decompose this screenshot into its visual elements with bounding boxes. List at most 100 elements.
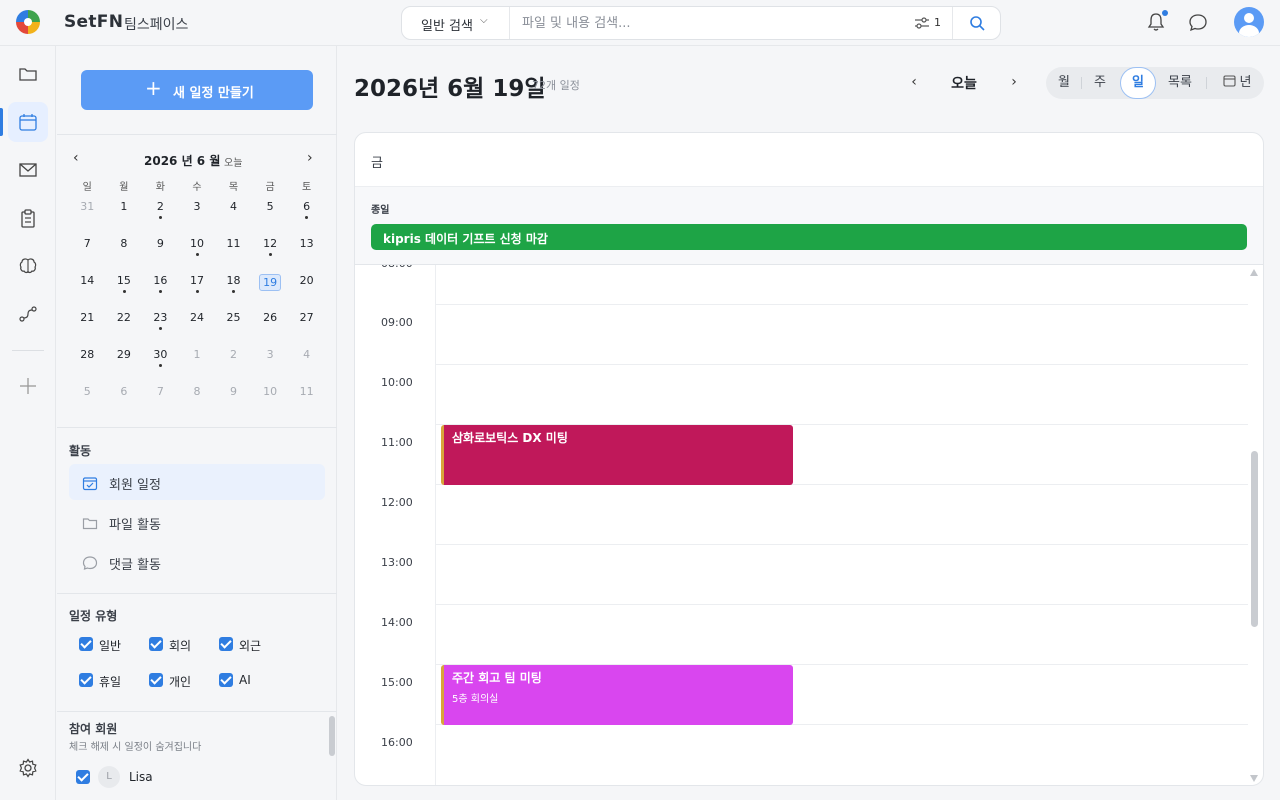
rail-settings[interactable]	[8, 748, 48, 788]
chevron-left-icon[interactable]: ‹	[904, 74, 924, 90]
mini-calendar-day[interactable]: 1	[179, 348, 216, 385]
calendar-icon	[19, 114, 37, 131]
type-checkbox-general[interactable]	[79, 637, 93, 651]
chevron-left-icon[interactable]: ‹	[73, 150, 87, 166]
rail-mail[interactable]	[8, 150, 48, 190]
day-number: 2	[156, 200, 164, 213]
event-block[interactable]: 주간 회고 팀 미팅 5층 회의실	[441, 665, 793, 725]
mini-calendar-day[interactable]: 24	[179, 311, 216, 348]
type-checkbox-meeting[interactable]	[149, 637, 163, 651]
rail-calendar[interactable]	[8, 102, 48, 142]
mini-calendar-day[interactable]: 31	[69, 200, 106, 237]
day-number: 28	[80, 348, 95, 361]
time-grid-scrollbar[interactable]	[1251, 451, 1258, 627]
mini-calendar-day[interactable]: 16	[142, 274, 179, 311]
rail-ai[interactable]	[8, 246, 48, 286]
mini-today-link[interactable]: 오늘	[224, 154, 242, 169]
activity-comment[interactable]: 댓글 활동	[69, 544, 325, 580]
user-avatar[interactable]	[1234, 7, 1264, 37]
chat-bubble-icon[interactable]	[1188, 12, 1208, 32]
mini-calendar-day[interactable]: 30	[142, 348, 179, 385]
search-input[interactable]	[522, 12, 902, 34]
mini-calendar-day[interactable]: 1	[106, 200, 143, 237]
mini-calendar-day[interactable]: 11	[215, 237, 252, 274]
mini-calendar-day[interactable]: 12	[252, 237, 289, 274]
today-button[interactable]: 오늘	[938, 73, 990, 93]
mini-calendar-day[interactable]: 14	[69, 274, 106, 311]
view-month[interactable]: 월	[1052, 67, 1076, 99]
view-year[interactable]: 년	[1214, 67, 1260, 99]
scroll-up-arrow[interactable]	[1250, 269, 1258, 276]
mini-calendar-header: ‹ 2026 년 6 월 오늘 ›	[57, 150, 337, 170]
rail-files[interactable]	[8, 54, 48, 94]
mini-calendar-day[interactable]: 4	[215, 200, 252, 237]
type-checkbox-personal[interactable]	[149, 673, 163, 687]
workspace-name[interactable]: 팀스페이스	[124, 14, 188, 34]
type-checkbox-holiday[interactable]	[79, 673, 93, 687]
rail-workflow[interactable]	[8, 294, 48, 334]
mini-calendar-day[interactable]: 3	[179, 200, 216, 237]
weekday-header-row: 일월화수목금토	[69, 178, 325, 200]
scroll-down-arrow[interactable]	[1250, 775, 1258, 782]
mini-calendar-day[interactable]: 3	[252, 348, 289, 385]
mini-calendar-day[interactable]: 17	[179, 274, 216, 311]
app-name[interactable]: SetFN	[64, 12, 123, 32]
mini-calendar-day[interactable]: 6	[106, 385, 143, 422]
chevron-right-icon[interactable]: ›	[307, 150, 321, 166]
all-day-event[interactable]: kipris 데이터 기프트 신청 마감	[371, 224, 1247, 250]
view-list[interactable]: 목록	[1162, 67, 1198, 99]
time-grid[interactable]: 08:00 09:00 10:00 11:00 12:00 13:00 14:0…	[355, 265, 1263, 785]
new-event-button[interactable]: + 새 일정 만들기	[81, 70, 313, 110]
mini-calendar-day[interactable]: 5	[252, 200, 289, 237]
mini-calendar-day[interactable]: 8	[106, 237, 143, 274]
mini-calendar-day[interactable]: 15	[106, 274, 143, 311]
activity-member-schedule[interactable]: 회원 일정	[69, 464, 325, 500]
type-checkbox-ai[interactable]	[219, 673, 233, 687]
app-logo-icon[interactable]	[16, 10, 40, 34]
event-dot	[195, 253, 199, 256]
mini-calendar-day[interactable]: 9	[142, 237, 179, 274]
mini-calendar-day[interactable]: 28	[69, 348, 106, 385]
mini-calendar-day[interactable]: 13	[288, 237, 325, 274]
mini-calendar-day[interactable]: 27	[288, 311, 325, 348]
mini-calendar-day[interactable]: 29	[106, 348, 143, 385]
search-type-dropdown[interactable]: 일반 검색 ⌵	[402, 7, 510, 39]
mini-calendar-day[interactable]: 20	[288, 274, 325, 311]
view-week[interactable]: 주	[1088, 67, 1112, 99]
rail-clipboard[interactable]	[8, 198, 48, 238]
mini-calendar-day[interactable]: 18	[215, 274, 252, 311]
activity-file[interactable]: 파일 활동	[69, 504, 325, 540]
mini-calendar-day[interactable]: 7	[69, 237, 106, 274]
mini-calendar-day[interactable]: 25	[215, 311, 252, 348]
type-checkbox-outside[interactable]	[219, 637, 233, 651]
mini-calendar-day[interactable]: 4	[288, 348, 325, 385]
day-number: 20	[299, 274, 314, 287]
mini-calendar-day[interactable]: 9	[215, 385, 252, 422]
mini-calendar-day[interactable]: 11	[288, 385, 325, 422]
event-block[interactable]: 삼화로보틱스 DX 미팅	[441, 425, 793, 485]
top-bar: SetFN 팀스페이스 일반 검색 ⌵ 1	[0, 0, 1280, 46]
mini-calendar-day[interactable]: 23	[142, 311, 179, 348]
mini-calendar-day[interactable]: 10	[252, 385, 289, 422]
view-day[interactable]: 일	[1120, 67, 1156, 99]
event-count: 72개 일정	[532, 79, 580, 92]
mini-calendar-today[interactable]: 19	[252, 274, 289, 311]
mini-calendar-day[interactable]: 8	[179, 385, 216, 422]
mini-calendar-day[interactable]: 5	[69, 385, 106, 422]
mini-calendar-day[interactable]: 10	[179, 237, 216, 274]
view-switcher: 월 주 일 목록 년	[1046, 67, 1264, 99]
mini-calendar-day[interactable]: 26	[252, 311, 289, 348]
rail-add-button[interactable]	[8, 366, 48, 406]
search-button[interactable]	[952, 7, 1000, 39]
chevron-right-icon[interactable]: ›	[1004, 74, 1024, 90]
mini-calendar-day[interactable]: 21	[69, 311, 106, 348]
mini-calendar-day[interactable]: 2	[142, 200, 179, 237]
mini-calendar-day[interactable]: 7	[142, 385, 179, 422]
filter-sliders-icon[interactable]	[914, 16, 930, 30]
mini-calendar-day[interactable]: 6	[288, 200, 325, 237]
mini-calendar-day[interactable]: 2	[215, 348, 252, 385]
side-scrollbar[interactable]	[329, 716, 335, 756]
mini-calendar-day[interactable]: 22	[106, 311, 143, 348]
member-checkbox[interactable]	[76, 770, 90, 784]
workflow-icon	[19, 306, 37, 322]
